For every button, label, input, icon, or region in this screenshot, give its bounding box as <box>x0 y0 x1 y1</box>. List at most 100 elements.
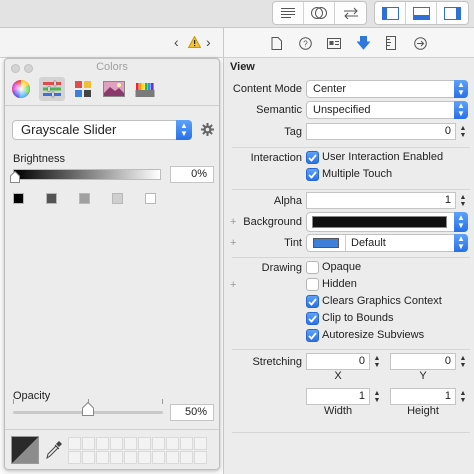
opacity-value-field[interactable]: 50% <box>170 404 214 421</box>
empty-swatch-slot[interactable] <box>194 451 207 464</box>
empty-swatch-slot[interactable] <box>152 451 165 464</box>
version-editor-icon[interactable] <box>335 2 366 24</box>
autoresize-subviews-checkbox[interactable] <box>306 329 319 342</box>
preset-gray-swatch[interactable] <box>79 193 90 204</box>
warning-icon[interactable] <box>188 36 201 48</box>
attributes-inspector-icon[interactable] <box>357 36 370 50</box>
panel-toggle-segment <box>374 1 469 25</box>
user-interaction-label: User Interaction Enabled <box>322 151 444 163</box>
current-color-well[interactable] <box>11 436 39 464</box>
semantic-popup[interactable]: Unspecified ▲ ▼ <box>306 101 468 119</box>
background-color-popup[interactable]: ▲ ▼ <box>306 212 468 232</box>
empty-swatch-slot[interactable] <box>138 437 151 450</box>
empty-swatch-slot[interactable] <box>82 437 95 450</box>
preset-gray-swatch[interactable] <box>145 193 156 204</box>
empty-swatch-slot[interactable] <box>110 437 123 450</box>
preset-gray-swatch[interactable] <box>112 193 123 204</box>
stretch-height-field[interactable]: 1 <box>390 388 456 405</box>
inspector-tab-bar: ? <box>224 28 474 58</box>
color-picker-mode-popup[interactable]: Grayscale Slider ▲ ▼ <box>12 120 192 140</box>
brightness-value-field[interactable]: 0% <box>170 166 214 183</box>
add-variation-hidden-icon[interactable]: + <box>230 279 236 291</box>
opaque-checkbox[interactable] <box>306 261 319 274</box>
color-palettes-mode-button[interactable] <box>70 77 96 101</box>
file-inspector-icon[interactable] <box>271 37 282 50</box>
preset-gray-swatch[interactable] <box>46 193 57 204</box>
chevron-right-icon[interactable]: › <box>206 34 211 50</box>
empty-swatch-slot[interactable] <box>68 451 81 464</box>
empty-swatch-slot[interactable] <box>180 437 193 450</box>
stretch-y-field[interactable]: 0 <box>390 353 456 370</box>
content-mode-popup[interactable]: Center ▲ ▼ <box>306 80 468 98</box>
background-color-well <box>312 216 447 228</box>
clears-graphics-context-checkbox[interactable] <box>306 295 319 308</box>
empty-swatch-slot[interactable] <box>138 451 151 464</box>
popup-arrows-icon: ▲ ▼ <box>454 212 468 232</box>
empty-swatch-slot[interactable] <box>96 437 109 450</box>
stretch-height-stepper[interactable]: ▲ ▼ <box>458 388 468 405</box>
empty-swatch-slot[interactable] <box>124 437 137 450</box>
eyedropper-icon[interactable] <box>45 440 63 460</box>
clears-graphics-context-label: Clears Graphics Context <box>322 295 442 307</box>
stretch-width-field[interactable]: 1 <box>306 388 370 405</box>
tint-label: Tint <box>284 237 302 249</box>
color-sliders-mode-button[interactable] <box>39 77 65 101</box>
chevron-left-icon[interactable]: ‹ <box>174 34 179 50</box>
gear-icon[interactable] <box>201 123 214 136</box>
connections-inspector-icon[interactable] <box>414 37 427 50</box>
image-palettes-mode-button[interactable] <box>101 77 127 101</box>
hidden-checkbox[interactable] <box>306 278 319 291</box>
empty-swatch-slot[interactable] <box>96 451 109 464</box>
section-title: View <box>230 61 255 73</box>
brightness-slider[interactable] <box>13 169 161 180</box>
empty-swatch-slot[interactable] <box>68 437 81 450</box>
background-label: Background <box>243 216 302 228</box>
tint-popup[interactable]: Default ▲ ▼ <box>306 234 468 252</box>
attributes-inspector: View Content Mode Center ▲ ▼ Semantic Uns… <box>224 58 474 474</box>
user-interaction-checkbox[interactable] <box>306 151 319 164</box>
stretch-x-stepper[interactable]: ▲ ▼ <box>372 353 382 370</box>
empty-swatch-slot[interactable] <box>180 451 193 464</box>
tag-stepper[interactable]: ▲ ▼ <box>458 123 468 140</box>
assistant-editor-icon[interactable] <box>304 2 335 24</box>
preset-gray-swatch[interactable] <box>13 193 24 204</box>
opacity-slider-knob[interactable] <box>82 402 94 416</box>
alpha-stepper[interactable]: ▲ ▼ <box>458 192 468 209</box>
checkmark-icon <box>308 331 317 340</box>
clip-to-bounds-checkbox[interactable] <box>306 312 319 325</box>
checkmark-icon <box>308 153 317 162</box>
empty-swatch-slot[interactable] <box>124 451 137 464</box>
tag-field[interactable]: 0 <box>306 123 456 140</box>
empty-swatch-slot[interactable] <box>110 451 123 464</box>
multiple-touch-label: Multiple Touch <box>322 168 393 180</box>
stretch-x-field[interactable]: 0 <box>306 353 370 370</box>
utilities-toggle-icon[interactable] <box>437 2 468 24</box>
crayons-icon <box>135 83 155 97</box>
empty-swatch-slot[interactable] <box>152 437 165 450</box>
quick-help-icon[interactable]: ? <box>299 37 312 50</box>
empty-swatch-slot[interactable] <box>194 437 207 450</box>
crayons-mode-button[interactable] <box>133 77 159 101</box>
identity-inspector-icon[interactable] <box>327 38 341 49</box>
stretch-height-label: Height <box>407 405 439 417</box>
content-mode-value: Center <box>313 83 347 95</box>
debug-area-toggle-icon[interactable] <box>406 2 437 24</box>
content-mode-label: Content Mode <box>232 83 302 95</box>
stretch-y-stepper[interactable]: ▲ ▼ <box>458 353 468 370</box>
brightness-slider-knob[interactable] <box>10 171 20 183</box>
multiple-touch-checkbox[interactable] <box>306 168 319 181</box>
empty-swatch-slot[interactable] <box>166 437 179 450</box>
interaction-label: Interaction <box>250 152 302 164</box>
checkmark-icon <box>308 297 317 306</box>
stretch-width-stepper[interactable]: ▲ ▼ <box>372 388 382 405</box>
navigator-toggle-icon[interactable] <box>375 2 406 24</box>
empty-swatch-slot[interactable] <box>82 451 95 464</box>
alpha-field[interactable]: 1 <box>306 192 456 209</box>
size-inspector-icon[interactable] <box>386 36 396 50</box>
color-wheel-mode-button[interactable] <box>8 77 34 101</box>
standard-editor-icon[interactable] <box>273 2 304 24</box>
clip-to-bounds-label: Clip to Bounds <box>322 312 394 324</box>
drawing-label: Drawing <box>261 262 302 274</box>
palettes-icon <box>75 81 91 97</box>
empty-swatch-slot[interactable] <box>166 451 179 464</box>
